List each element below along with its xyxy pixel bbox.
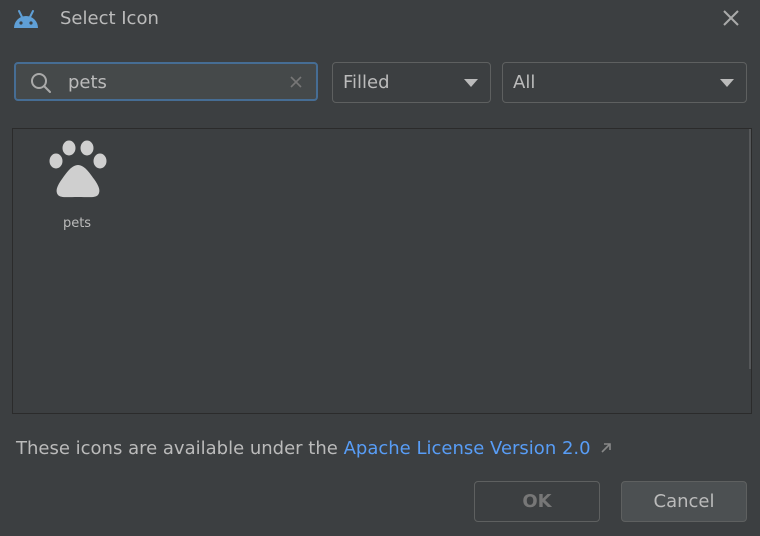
ok-button[interactable]: OK bbox=[474, 481, 600, 522]
external-link-icon[interactable] bbox=[599, 441, 613, 455]
clear-icon[interactable] bbox=[288, 74, 304, 90]
icon-cell-label: pets bbox=[62, 216, 92, 231]
license-notice: These icons are available under the Apac… bbox=[16, 438, 613, 459]
category-dropdown-value: All bbox=[513, 72, 536, 93]
cancel-button[interactable]: Cancel bbox=[621, 481, 747, 522]
chevron-down-icon bbox=[720, 79, 734, 87]
search-box[interactable] bbox=[14, 62, 318, 101]
license-link[interactable]: Apache License Version 2.0 bbox=[344, 438, 591, 459]
chevron-down-icon bbox=[464, 79, 478, 87]
grid-scrollbar[interactable] bbox=[749, 129, 751, 369]
search-input[interactable] bbox=[68, 70, 278, 94]
icon-grid: pets bbox=[12, 128, 752, 414]
license-text: These icons are available under the bbox=[16, 438, 344, 459]
android-icon bbox=[14, 10, 38, 28]
paw-icon bbox=[49, 140, 107, 198]
close-icon[interactable] bbox=[718, 5, 744, 31]
title-bar: Select Icon bbox=[0, 0, 760, 40]
style-dropdown-value: Filled bbox=[343, 72, 390, 93]
search-icon bbox=[31, 73, 51, 93]
dialog-title: Select Icon bbox=[60, 8, 159, 29]
category-dropdown[interactable]: All bbox=[502, 62, 747, 103]
style-dropdown[interactable]: Filled bbox=[332, 62, 491, 103]
icon-cell-pets[interactable]: pets bbox=[41, 137, 113, 231]
